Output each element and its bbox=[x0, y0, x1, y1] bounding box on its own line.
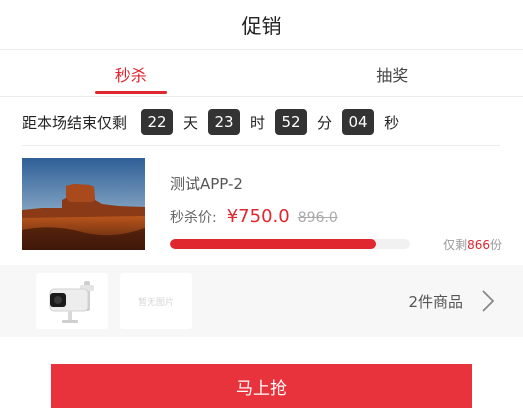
bundle-row[interactable]: 暂无图片 2件商品 bbox=[0, 265, 523, 337]
countdown-seconds-unit: 秒 bbox=[384, 113, 400, 132]
price-row: 秒杀价: ¥750.0 896.0 bbox=[170, 206, 338, 227]
stock-prefix: 仅剩 bbox=[443, 238, 468, 252]
countdown-hours-unit: 时 bbox=[250, 113, 266, 132]
countdown-days: 22 bbox=[141, 109, 174, 135]
stock-remaining: 仅剩866份 bbox=[443, 236, 502, 253]
countdown-days-unit: 天 bbox=[183, 113, 199, 132]
placeholder-text: 暂无图片 bbox=[137, 297, 174, 308]
tab-flash-sale[interactable]: 秒杀 bbox=[0, 51, 262, 96]
page-title: 促销 bbox=[241, 14, 282, 38]
bundle-count[interactable]: 2件商品 bbox=[408, 265, 463, 337]
header: 促销 bbox=[0, 0, 523, 50]
product-card[interactable]: 测试APP-2 秒杀价: ¥750.0 896.0 仅剩866份 bbox=[22, 158, 502, 253]
tab-bar: 秒杀 抽奖 bbox=[0, 51, 523, 97]
countdown-minutes: 52 bbox=[275, 109, 308, 135]
price-label: 秒杀价: bbox=[170, 210, 217, 226]
camera-icon bbox=[49, 281, 94, 323]
countdown-label: 距本场结束仅剩 bbox=[22, 113, 128, 132]
product-name[interactable]: 测试APP-2 bbox=[170, 173, 243, 194]
stock-progress-bar bbox=[170, 239, 410, 249]
sale-price: ¥750.0 bbox=[226, 206, 290, 227]
countdown-timer: 距本场结束仅剩 22 天 23 时 52 分 04 秒 bbox=[22, 104, 409, 140]
stock-suffix: 份 bbox=[489, 238, 502, 252]
tab-lottery[interactable]: 抽奖 bbox=[262, 51, 523, 96]
bundle-item-placeholder[interactable]: 暂无图片 bbox=[120, 273, 192, 329]
buy-now-button[interactable]: 马上抢 bbox=[51, 364, 472, 408]
divider bbox=[22, 145, 500, 146]
stock-count: 866 bbox=[467, 238, 490, 252]
countdown-hours: 23 bbox=[208, 109, 241, 135]
original-price: 896.0 bbox=[297, 210, 338, 226]
bundle-item-camera[interactable] bbox=[36, 273, 108, 329]
stock-progress-fill bbox=[170, 239, 377, 249]
product-image[interactable] bbox=[22, 158, 145, 250]
countdown-minutes-unit: 分 bbox=[317, 113, 333, 132]
countdown-seconds: 04 bbox=[342, 109, 375, 135]
chevron-right-icon[interactable] bbox=[481, 289, 495, 313]
